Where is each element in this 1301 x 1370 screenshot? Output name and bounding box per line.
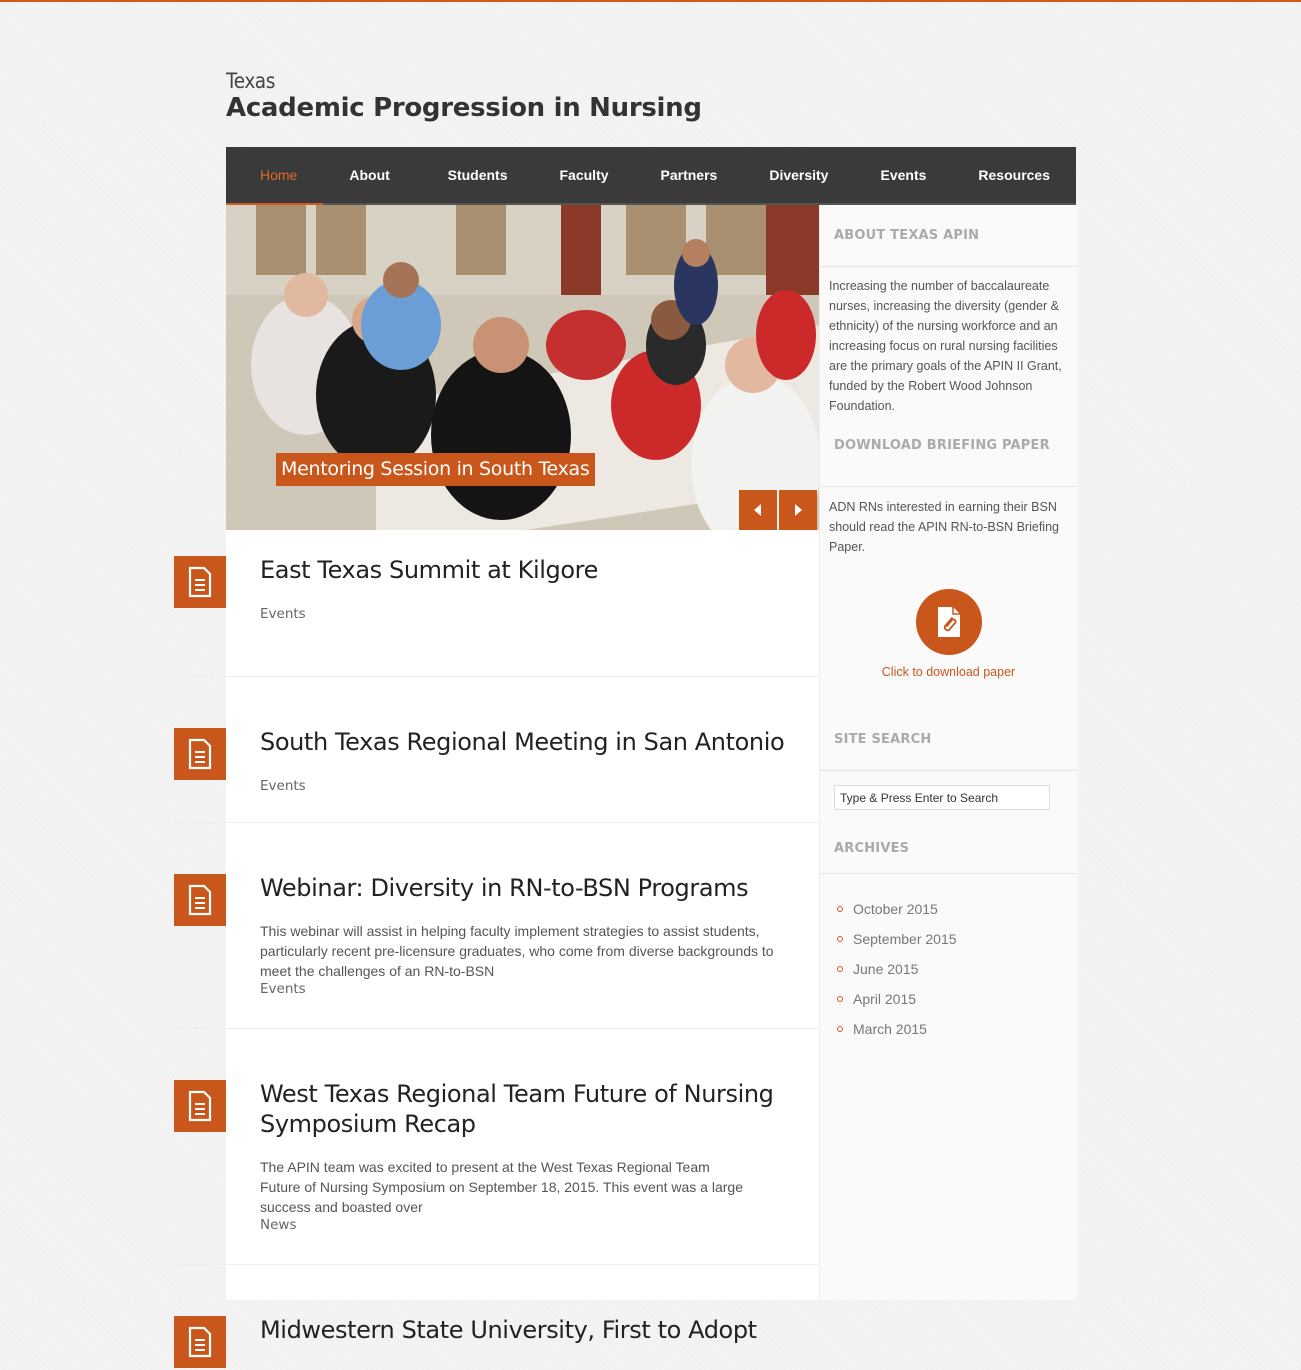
post-list: East Texas Summit at Kilgore Events Sout… (174, 530, 820, 1370)
post-title[interactable]: Webinar: Diversity in RN-to-BSN Programs (260, 873, 820, 903)
document-icon (174, 874, 226, 926)
post-item: Midwestern State University, First to Ad… (174, 1265, 820, 1370)
archive-list: October 2015 September 2015 June 2015 Ap… (820, 874, 1077, 1044)
post-item: West Texas Regional Team Future of Nursi… (174, 1029, 820, 1265)
image-slider: Mentoring Session in South Texas (226, 205, 819, 530)
briefing-text: ADN RNs interested in earning their BSN … (829, 500, 1059, 554)
site-subtitle: Texas (226, 69, 275, 93)
post-category[interactable]: Events (260, 981, 820, 997)
search-widget: SITE SEARCH (820, 709, 1077, 810)
bullet-icon (837, 1026, 843, 1032)
post-title[interactable]: East Texas Summit at Kilgore (260, 555, 820, 585)
main-navigation: Home About Us Students Faculty Partners … (226, 147, 1076, 239)
nav-item-events[interactable]: Events (854, 147, 952, 203)
post-title[interactable]: South Texas Regional Meeting in San Anto… (260, 727, 820, 757)
slider-prev-button[interactable] (739, 490, 777, 530)
about-text: Increasing the number of baccalaureate n… (829, 279, 1062, 413)
download-area: Click to download paper (820, 567, 1077, 679)
slide-caption: Mentoring Session in South Texas (276, 453, 595, 486)
widget-title: SITE SEARCH (820, 709, 1077, 771)
document-icon (174, 556, 226, 608)
archive-item[interactable]: April 2015 (837, 984, 1077, 1014)
post-excerpt: This webinar will assist in helping facu… (260, 923, 774, 979)
download-paper-link[interactable]: Click to download paper (820, 665, 1077, 679)
document-icon (174, 1316, 226, 1368)
widget-title: ABOUT TEXAS APIN (820, 205, 1077, 267)
attachment-document-icon (937, 607, 960, 637)
nav-item-faculty[interactable]: Faculty (534, 147, 635, 203)
site-header: Texas Academic Progression in Nursing (226, 68, 702, 122)
post-category[interactable]: Events (260, 606, 820, 622)
widget-title: DOWNLOAD BRIEFING PAPER (820, 426, 1077, 487)
nav-item-students[interactable]: Students (422, 147, 534, 203)
post-category[interactable]: Events (260, 778, 820, 794)
search-input[interactable] (834, 785, 1050, 810)
download-paper-button[interactable] (915, 589, 982, 655)
nav-item-partners[interactable]: Partners (635, 147, 744, 203)
post-title[interactable]: Midwestern State University, First to Ad… (260, 1315, 820, 1345)
widget-title: ARCHIVES (820, 818, 1077, 874)
document-icon (174, 1080, 226, 1132)
archive-item[interactable]: October 2015 (837, 894, 1077, 924)
post-item: East Texas Summit at Kilgore Events (174, 530, 820, 677)
archive-item[interactable]: September 2015 (837, 924, 1077, 954)
nav-item-home[interactable]: Home (226, 147, 324, 205)
post-title[interactable]: West Texas Regional Team Future of Nursi… (260, 1079, 780, 1139)
archive-item[interactable]: June 2015 (837, 954, 1077, 984)
post-item: Webinar: Diversity in RN-to-BSN Programs… (174, 823, 820, 1029)
bullet-icon (837, 966, 843, 972)
site-title[interactable]: Academic Progression in Nursing (226, 94, 702, 122)
post-category[interactable]: News (260, 1217, 820, 1233)
archives-widget: ARCHIVES October 2015 September 2015 Jun… (820, 818, 1077, 1044)
document-icon (174, 728, 226, 780)
post-item: South Texas Regional Meeting in San Anto… (174, 677, 820, 823)
nav-item-diversity[interactable]: Diversity (743, 147, 854, 203)
top-accent-bar (0, 0, 1301, 2)
briefing-widget: DOWNLOAD BRIEFING PAPER ADN RNs interest… (820, 426, 1077, 679)
sidebar: ABOUT TEXAS APIN Increasing the number o… (819, 205, 1077, 1300)
bullet-icon (837, 936, 843, 942)
archive-item[interactable]: March 2015 (837, 1014, 1077, 1044)
arrow-left-icon (754, 504, 761, 516)
slider-next-button[interactable] (779, 490, 817, 530)
bullet-icon (837, 906, 843, 912)
about-widget: ABOUT TEXAS APIN Increasing the number o… (820, 205, 1077, 426)
nav-item-resources[interactable]: Resources (952, 147, 1076, 203)
post-excerpt: The APIN team was excited to present at … (260, 1159, 743, 1215)
nav-item-about-us[interactable]: About Us (323, 147, 421, 239)
bullet-icon (837, 996, 843, 1002)
arrow-right-icon (795, 504, 802, 516)
